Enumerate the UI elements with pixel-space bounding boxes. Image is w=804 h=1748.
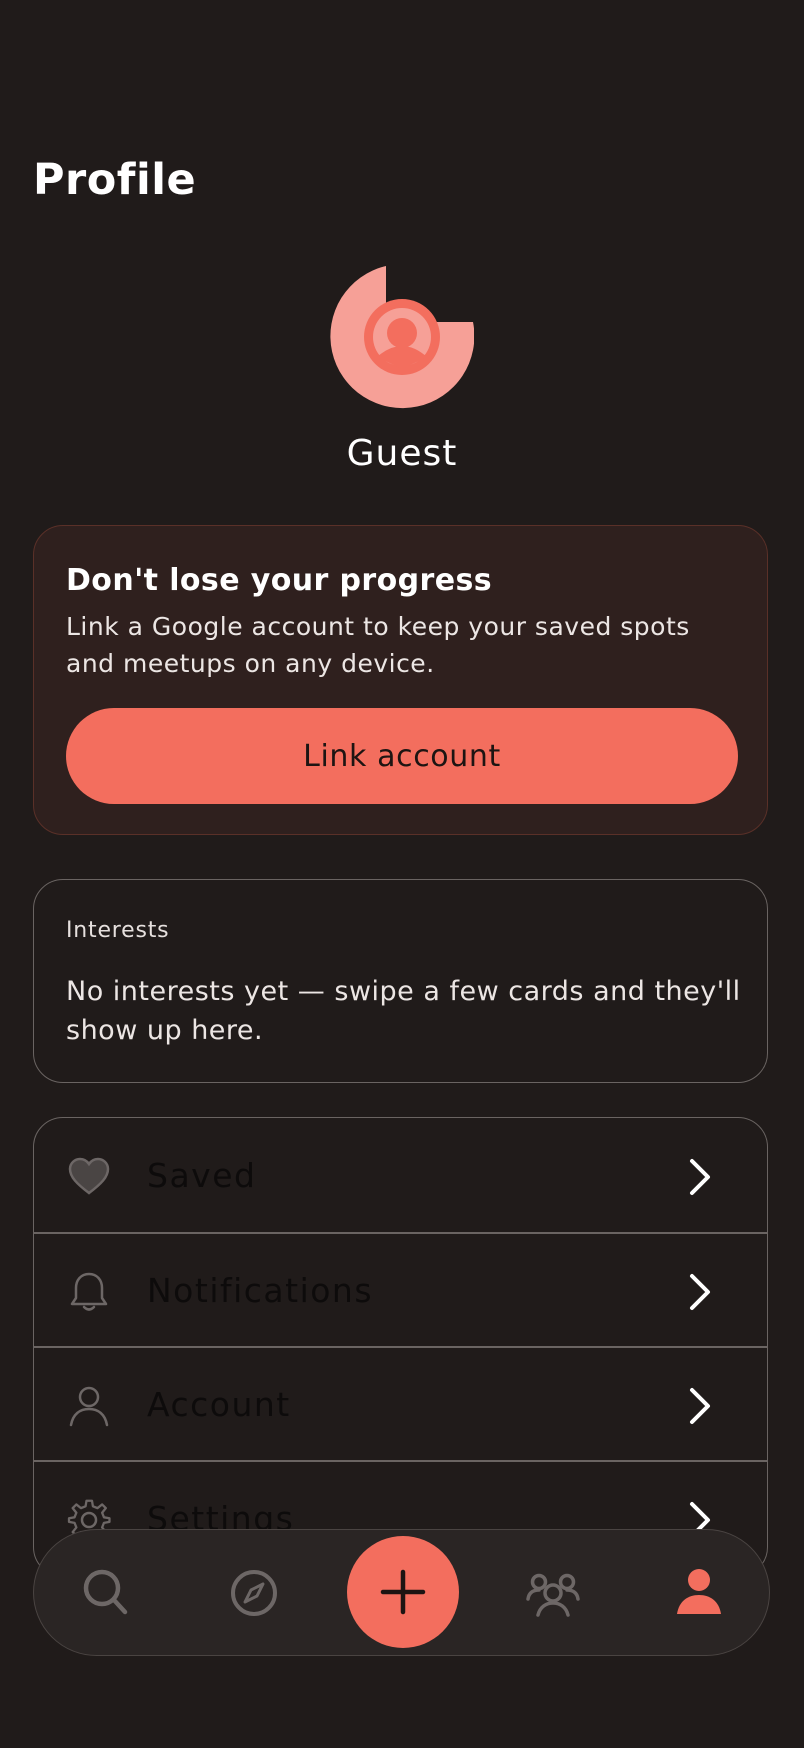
link-card-description: Link a Google account to keep your saved…	[66, 612, 690, 678]
bottom-navigation	[33, 1529, 770, 1656]
group-icon[interactable]	[525, 1565, 581, 1621]
interests-empty-text: No interests yet — swipe a few cards and…	[66, 976, 741, 1046]
chevron-right-icon	[690, 1388, 710, 1424]
interests-card: Interests No interests yet — swipe a few…	[33, 879, 768, 1083]
menu-item-label: Saved	[147, 1156, 257, 1195]
menu-item-notifications[interactable]: Notifications	[34, 1233, 767, 1347]
guest-avatar	[330, 266, 474, 409]
menu-item-label: Notifications	[147, 1271, 374, 1310]
search-icon[interactable]	[79, 1565, 135, 1621]
interests-label: Interests	[66, 918, 170, 943]
menu-item-account[interactable]: Account	[34, 1347, 767, 1461]
plus-icon	[380, 1569, 426, 1615]
user-icon	[69, 1386, 109, 1427]
profile-icon[interactable]	[671, 1564, 727, 1620]
chevron-right-icon	[690, 1159, 710, 1195]
profile-name: Guest	[346, 433, 458, 474]
create-button[interactable]	[347, 1536, 459, 1648]
compass-icon[interactable]	[226, 1565, 282, 1621]
link-card-title: Don't lose your progress	[66, 563, 492, 598]
bell-icon	[70, 1272, 108, 1311]
profile-screen: Profile Guest Don't lose your progress L…	[0, 0, 804, 1748]
menu-item-saved[interactable]: Saved	[34, 1118, 767, 1232]
settings-menu: Saved Notifications Account Settings	[33, 1117, 768, 1577]
chevron-right-icon	[690, 1274, 710, 1310]
link-account-button[interactable]: Link account	[66, 708, 738, 804]
page-title: Profile	[33, 155, 197, 205]
menu-item-label: Account	[147, 1385, 291, 1424]
link-account-card: Don't lose your progress Link a Google a…	[33, 525, 768, 835]
heart-icon	[68, 1157, 110, 1195]
